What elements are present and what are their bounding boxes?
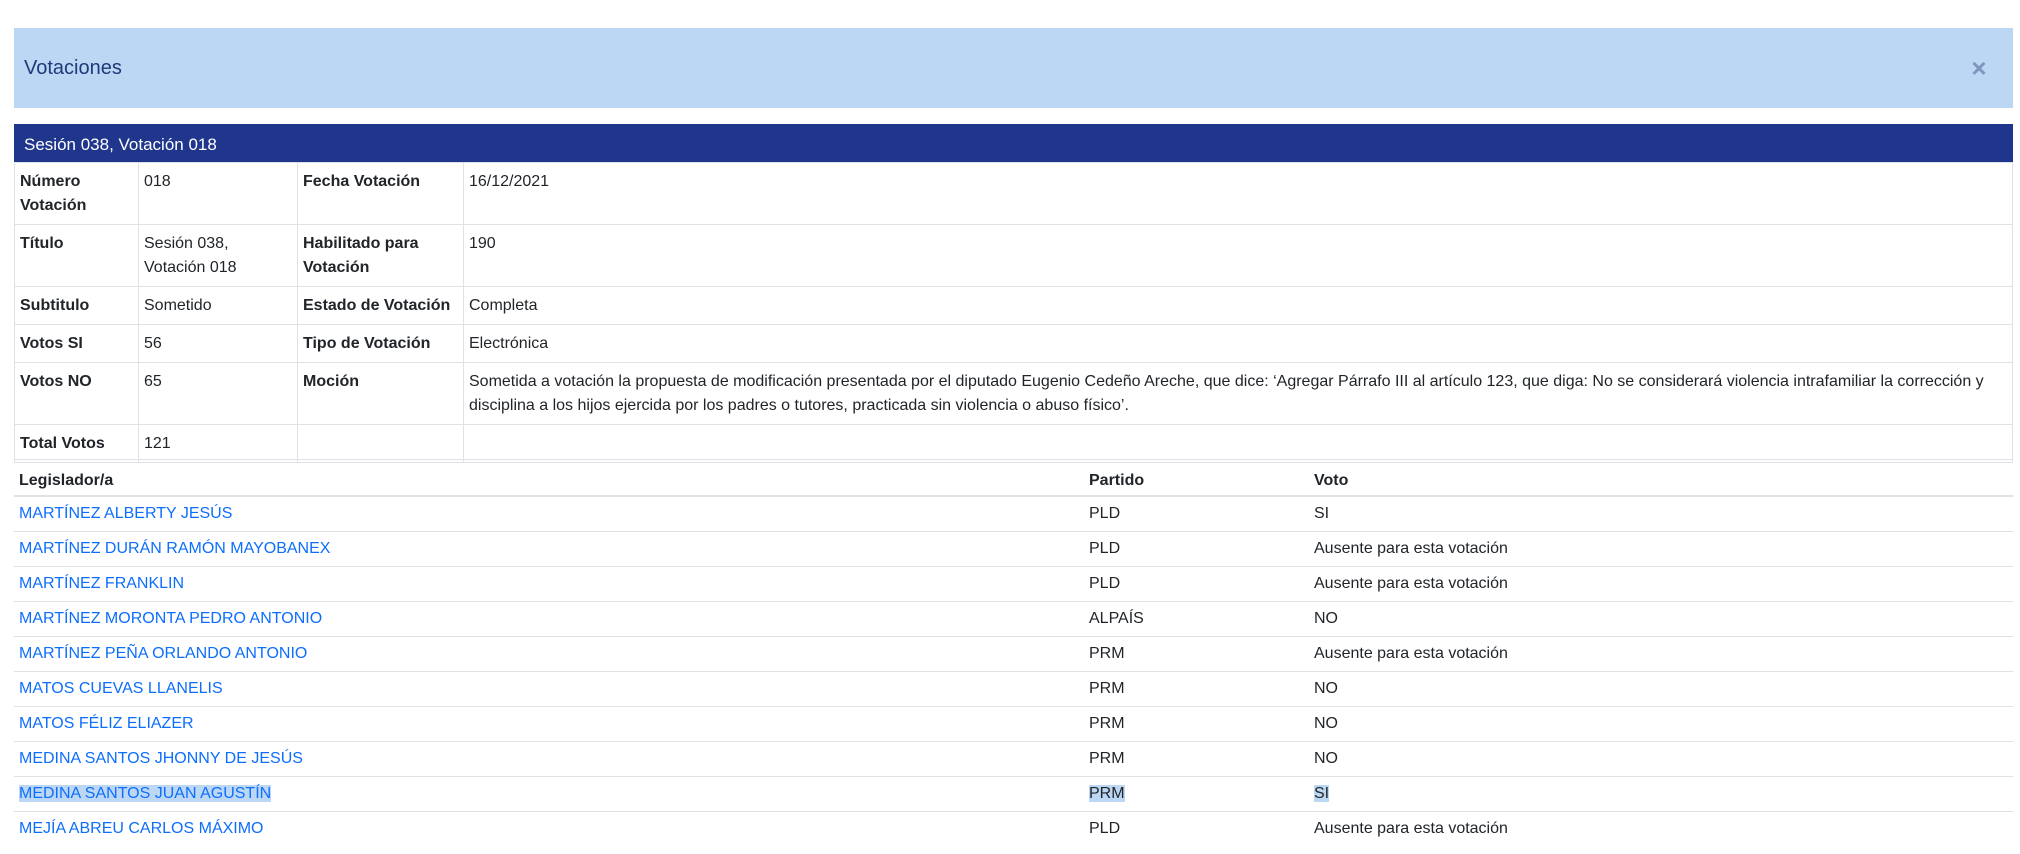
mocion-label: Moción: [297, 362, 464, 425]
votos-no-label: Votos NO: [14, 362, 139, 425]
titulo-label: Título: [14, 224, 139, 287]
votes-header-row: Legislador/a Partido Voto: [14, 459, 2013, 497]
votos-si-label: Votos SI: [14, 324, 139, 363]
party-cell: PRM: [1084, 671, 1309, 707]
legislator-link[interactable]: MARTÍNEZ FRANKLIN: [19, 575, 184, 592]
legislator-link[interactable]: MARTÍNEZ ALBERTY JESÚS: [19, 505, 232, 522]
fecha-label: Fecha Votación: [297, 162, 464, 225]
vote-details-table: Número Votación 018 Fecha Votación 16/12…: [14, 162, 2013, 463]
party-cell: PRM: [1089, 785, 1125, 802]
subtitulo-value: Sometido: [138, 286, 298, 325]
column-header-partido: Partido: [1084, 459, 1309, 497]
estado-value: Completa: [463, 286, 2013, 325]
detail-row: Votos NO 65 Moción Sometida a votación l…: [14, 362, 2013, 425]
modal-header: Votaciones ×: [14, 28, 2013, 108]
party-cell: PRM: [1084, 741, 1309, 777]
empty-cell: [463, 424, 2013, 463]
habilitado-label: Habilitado para Votación: [297, 224, 464, 287]
detail-row: Título Sesión 038, Votación 018 Habilita…: [14, 224, 2013, 287]
party-cell: PLD: [1084, 566, 1309, 602]
legislator-link[interactable]: MARTÍNEZ DURÁN RAMÓN MAYOBANEX: [19, 540, 330, 557]
vote-cell: SI: [1309, 495, 2013, 532]
vote-cell: NO: [1309, 741, 2013, 777]
vote-cell: Ausente para esta votación: [1309, 531, 2013, 567]
table-row: MARTÍNEZ PEÑA ORLANDO ANTONIO PRM Ausent…: [14, 636, 2013, 672]
legislator-link[interactable]: MEJÍA ABREU CARLOS MÁXIMO: [19, 820, 264, 837]
table-row: MEDINA SANTOS JHONNY DE JESÚS PRM NO: [14, 741, 2013, 777]
legislator-link[interactable]: MARTÍNEZ MORONTA PEDRO ANTONIO: [19, 610, 322, 627]
detail-row: Subtitulo Sometido Estado de Votación Co…: [14, 286, 2013, 325]
empty-cell: [297, 424, 464, 463]
estado-label: Estado de Votación: [297, 286, 464, 325]
party-cell: PRM: [1084, 636, 1309, 672]
party-cell: ALPAÍS: [1084, 601, 1309, 637]
numero-value: 018: [138, 162, 298, 225]
votos-si-value: 56: [138, 324, 298, 363]
tipo-value: Electrónica: [463, 324, 2013, 363]
legislator-link[interactable]: MARTÍNEZ PEÑA ORLANDO ANTONIO: [19, 645, 307, 662]
legislator-link[interactable]: MEDINA SANTOS JHONNY DE JESÚS: [19, 750, 303, 767]
detail-row: Número Votación 018 Fecha Votación 16/12…: [14, 162, 2013, 225]
table-row-selected: MEDINA SANTOS JUAN AGUSTÍN PRM SI: [14, 776, 2013, 812]
party-cell: PRM: [1084, 706, 1309, 742]
legislator-link[interactable]: MEDINA SANTOS JUAN AGUSTÍN: [19, 785, 272, 802]
total-label: Total Votos: [14, 424, 139, 463]
column-header-voto: Voto: [1309, 459, 2013, 497]
vote-cell: Ausente para esta votación: [1309, 636, 2013, 672]
table-row: MARTÍNEZ MORONTA PEDRO ANTONIO ALPAÍS NO: [14, 601, 2013, 637]
party-cell: PLD: [1084, 495, 1309, 532]
legislator-link[interactable]: MATOS CUEVAS LLANELIS: [19, 680, 223, 697]
session-title: Sesión 038, Votación 018: [24, 135, 217, 154]
session-header: Sesión 038, Votación 018: [14, 124, 2013, 162]
table-row: MARTÍNEZ ALBERTY JESÚS PLD SI: [14, 495, 2013, 532]
mocion-value: Sometida a votación la propuesta de modi…: [463, 362, 2013, 425]
legislator-votes-table: Legislador/a Partido Voto MARTÍNEZ ALBER…: [14, 459, 2013, 846]
votos-no-value: 65: [138, 362, 298, 425]
party-cell: PLD: [1084, 531, 1309, 567]
habilitado-value: 190: [463, 224, 2013, 287]
legislator-link[interactable]: MATOS FÉLIZ ELIAZER: [19, 715, 194, 732]
vote-cell: NO: [1309, 706, 2013, 742]
vote-cell: NO: [1309, 671, 2013, 707]
party-cell: PLD: [1084, 811, 1309, 846]
table-row: MATOS FÉLIZ ELIAZER PRM NO: [14, 706, 2013, 742]
total-value: 121: [138, 424, 298, 463]
column-header-legislador: Legislador/a: [14, 459, 1084, 497]
modal-title: Votaciones: [24, 57, 122, 79]
numero-label: Número Votación: [14, 162, 139, 225]
titulo-value: Sesión 038, Votación 018: [138, 224, 298, 287]
vote-cell: Ausente para esta votación: [1309, 811, 2013, 846]
table-row: MEJÍA ABREU CARLOS MÁXIMO PLD Ausente pa…: [14, 811, 2013, 846]
table-row: MATOS CUEVAS LLANELIS PRM NO: [14, 671, 2013, 707]
vote-cell: SI: [1314, 785, 1330, 802]
vote-cell: NO: [1309, 601, 2013, 637]
tipo-label: Tipo de Votación: [297, 324, 464, 363]
table-row: MARTÍNEZ DURÁN RAMÓN MAYOBANEX PLD Ausen…: [14, 531, 2013, 567]
subtitulo-label: Subtitulo: [14, 286, 139, 325]
detail-row: Votos SI 56 Tipo de Votación Electrónica: [14, 324, 2013, 363]
detail-row: Total Votos 121: [14, 424, 2013, 463]
table-row: MARTÍNEZ FRANKLIN PLD Ausente para esta …: [14, 566, 2013, 602]
close-icon[interactable]: ×: [1965, 54, 1993, 82]
fecha-value: 16/12/2021: [463, 162, 2013, 225]
vote-cell: Ausente para esta votación: [1309, 566, 2013, 602]
votaciones-modal: Votaciones × Sesión 038, Votación 018 Nú…: [0, 0, 2020, 854]
